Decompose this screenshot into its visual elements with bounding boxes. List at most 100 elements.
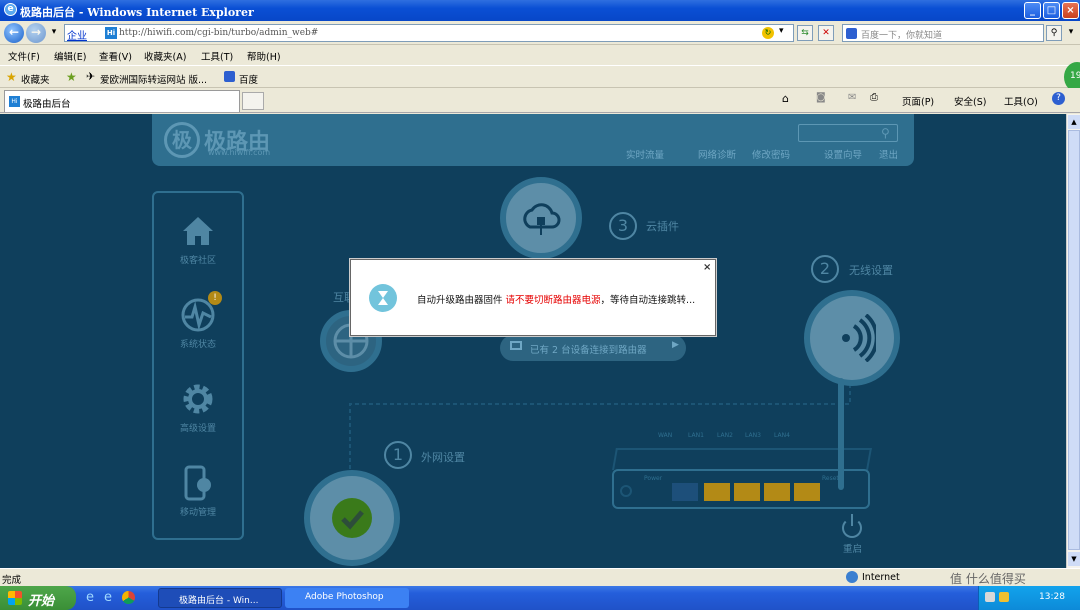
wifi-icon — [842, 314, 876, 362]
cloud-plugin-circle[interactable] — [500, 177, 582, 259]
power-icon — [620, 485, 632, 497]
mail-icon[interactable]: ✉ — [848, 92, 856, 103]
logo-subtext: www.hiwifi.com — [208, 148, 271, 157]
new-tab-button[interactable] — [242, 92, 264, 110]
sidebar: 极客社区 ! 系统状态 高级设置 移动管理 — [152, 191, 244, 540]
sidebar-item-mobile[interactable]: 移动管理 — [154, 445, 242, 529]
address-url[interactable]: http://hiwifi.com/cgi-bin/turbo/admin_we… — [119, 28, 318, 38]
close-button[interactable]: × — [1062, 2, 1079, 19]
page-content: 极 极路由 www.hiwifi.com ⚲ 实时流量 网络诊断 修改密码 设置… — [0, 114, 1080, 568]
back-button[interactable]: ← — [4, 23, 24, 43]
sidebar-item-status[interactable]: ! 系统状态 — [154, 277, 242, 361]
link-traffic[interactable]: 实时流量 — [626, 147, 664, 161]
dialog-message: 自动升级路由器固件 请不要切断路由器电源，等待自动连接跳转... — [417, 292, 695, 306]
history-dropdown-icon[interactable]: ▾ — [46, 25, 62, 41]
link-wizard[interactable]: 设置向导 — [824, 147, 862, 161]
menu-favorites[interactable]: 收藏夹(A) — [144, 49, 186, 63]
sidebar-label: 系统状态 — [179, 340, 216, 350]
search-icon[interactable]: ⚲ — [881, 126, 890, 140]
add-favorite-icon[interactable]: ★ — [66, 70, 77, 84]
tray-icon[interactable] — [999, 592, 1009, 602]
gear-icon — [183, 384, 213, 414]
alert-icon: ! — [208, 291, 222, 305]
maximize-button[interactable]: □ — [1043, 2, 1060, 19]
lan-port — [734, 483, 760, 501]
menu-edit[interactable]: 编辑(E) — [54, 49, 86, 63]
title-bar[interactable]: e 极路由后台 - Windows Internet Explorer _ □ … — [0, 0, 1080, 21]
refresh-button[interactable]: ⇆ — [797, 25, 813, 41]
menu-view[interactable]: 查看(V) — [99, 49, 132, 63]
sidebar-item-advanced[interactable]: 高级设置 — [154, 361, 242, 445]
stop-button[interactable]: ✕ — [818, 25, 834, 41]
chrome-icon[interactable] — [122, 591, 135, 604]
search-input[interactable]: 百度一下，你就知道 — [842, 24, 1044, 42]
status-text: 完成 — [2, 575, 22, 586]
router-graphic: Power Reset — [612, 469, 870, 509]
compat-icon[interactable]: ↻ — [762, 27, 774, 39]
menu-bar: 文件(F) 编辑(E) 查看(V) 收藏夹(A) 工具(T) 帮助(H) — [0, 45, 1080, 65]
address-toolbar: ← → ▾ 企业 Hi http://hiwifi.com/cgi-bin/tu… — [0, 21, 1080, 45]
dialog-warning: 请不要切断路由器电源 — [505, 295, 601, 306]
address-dropdown-icon[interactable]: ▾ — [779, 26, 784, 36]
vertical-scrollbar[interactable]: ▲ ▼ — [1066, 114, 1080, 568]
sidebar-label: 极客社区 — [179, 256, 216, 266]
devices-pill[interactable]: 已有 2 台设备连接到路由器 — [500, 335, 686, 361]
minimize-button[interactable]: _ — [1024, 2, 1041, 19]
home-icon[interactable]: ⌂ — [782, 92, 789, 105]
router-top — [612, 448, 872, 470]
search-options-icon[interactable]: ▾ — [1063, 25, 1079, 41]
wireless-circle[interactable] — [804, 290, 900, 386]
step-label: 无线设置 — [849, 264, 893, 277]
tab-active[interactable]: Hi 极路由后台 — [4, 90, 240, 112]
home-icon — [183, 217, 213, 245]
step-number: 3 — [609, 212, 637, 240]
print-icon[interactable]: ⎙ — [870, 92, 878, 103]
reset-label: Reset — [822, 475, 839, 482]
header-search-input[interactable]: ⚲ — [798, 124, 898, 142]
tab-title: 极路由后台 — [23, 99, 71, 110]
reboot-label[interactable]: 重启 — [843, 541, 862, 555]
sidebar-item-community[interactable]: 极客社区 — [154, 193, 242, 277]
windows-logo-icon — [8, 591, 22, 605]
favorite-link[interactable]: 爱欧洲国际转运网站 版... — [100, 72, 207, 86]
ie-quicklaunch-icon[interactable]: e — [104, 590, 112, 605]
menu-file[interactable]: 文件(F) — [8, 49, 40, 63]
step-label: 云插件 — [646, 220, 679, 233]
page-menu[interactable]: 页面(P) — [902, 94, 934, 108]
link-diagnose[interactable]: 网络诊断 — [698, 147, 736, 161]
favorites-button[interactable]: 收藏夹 — [21, 72, 50, 86]
ie-quicklaunch-icon[interactable]: e — [86, 590, 94, 605]
mobile-icon — [184, 465, 211, 501]
menu-help[interactable]: 帮助(H) — [247, 49, 281, 63]
zone-label[interactable]: 企业 — [67, 27, 87, 42]
port-label: LAN3 — [745, 432, 761, 439]
search-button[interactable]: ⚲ — [1046, 25, 1062, 41]
address-bar[interactable]: 企业 Hi http://hiwifi.com/cgi-bin/turbo/ad… — [64, 24, 794, 42]
port-label: LAN4 — [774, 432, 790, 439]
link-password[interactable]: 修改密码 — [752, 147, 790, 161]
scroll-thumb[interactable] — [1068, 130, 1080, 550]
link-icon: ✈ — [86, 70, 96, 83]
favorite-link[interactable]: 百度 — [239, 72, 258, 86]
dialog-close-button[interactable]: × — [703, 262, 711, 273]
taskbar-item-photoshop[interactable]: Adobe Photoshop — [285, 588, 409, 608]
dialog-message-suffix: ，等待自动连接跳转... — [600, 295, 696, 306]
clock: 13:28 — [1039, 592, 1065, 602]
link-logout[interactable]: 退出 — [879, 147, 898, 161]
help-icon[interactable]: ? — [1052, 92, 1065, 105]
check-icon — [332, 498, 372, 538]
wan-circle[interactable] — [304, 470, 400, 566]
hourglass-icon — [369, 284, 397, 312]
scroll-down-icon[interactable]: ▼ — [1068, 552, 1080, 566]
feeds-icon[interactable]: ◙ — [816, 92, 826, 103]
forward-button[interactable]: → — [26, 23, 46, 43]
tray-icon[interactable] — [985, 592, 995, 602]
tab-bar: Hi 极路由后台 ⌂ ◙ ✉ ⎙ 页面(P) 安全(S) 工具(O) ? — [0, 88, 1080, 113]
menu-tools[interactable]: 工具(T) — [201, 49, 233, 63]
lan-port — [704, 483, 730, 501]
scroll-up-icon[interactable]: ▲ — [1068, 115, 1080, 129]
tools-menu[interactable]: 工具(O) — [1004, 94, 1038, 108]
taskbar-item-ie[interactable]: 极路由后台 - Win... — [158, 588, 282, 608]
safety-menu[interactable]: 安全(S) — [954, 94, 986, 108]
baidu-icon — [846, 28, 857, 39]
